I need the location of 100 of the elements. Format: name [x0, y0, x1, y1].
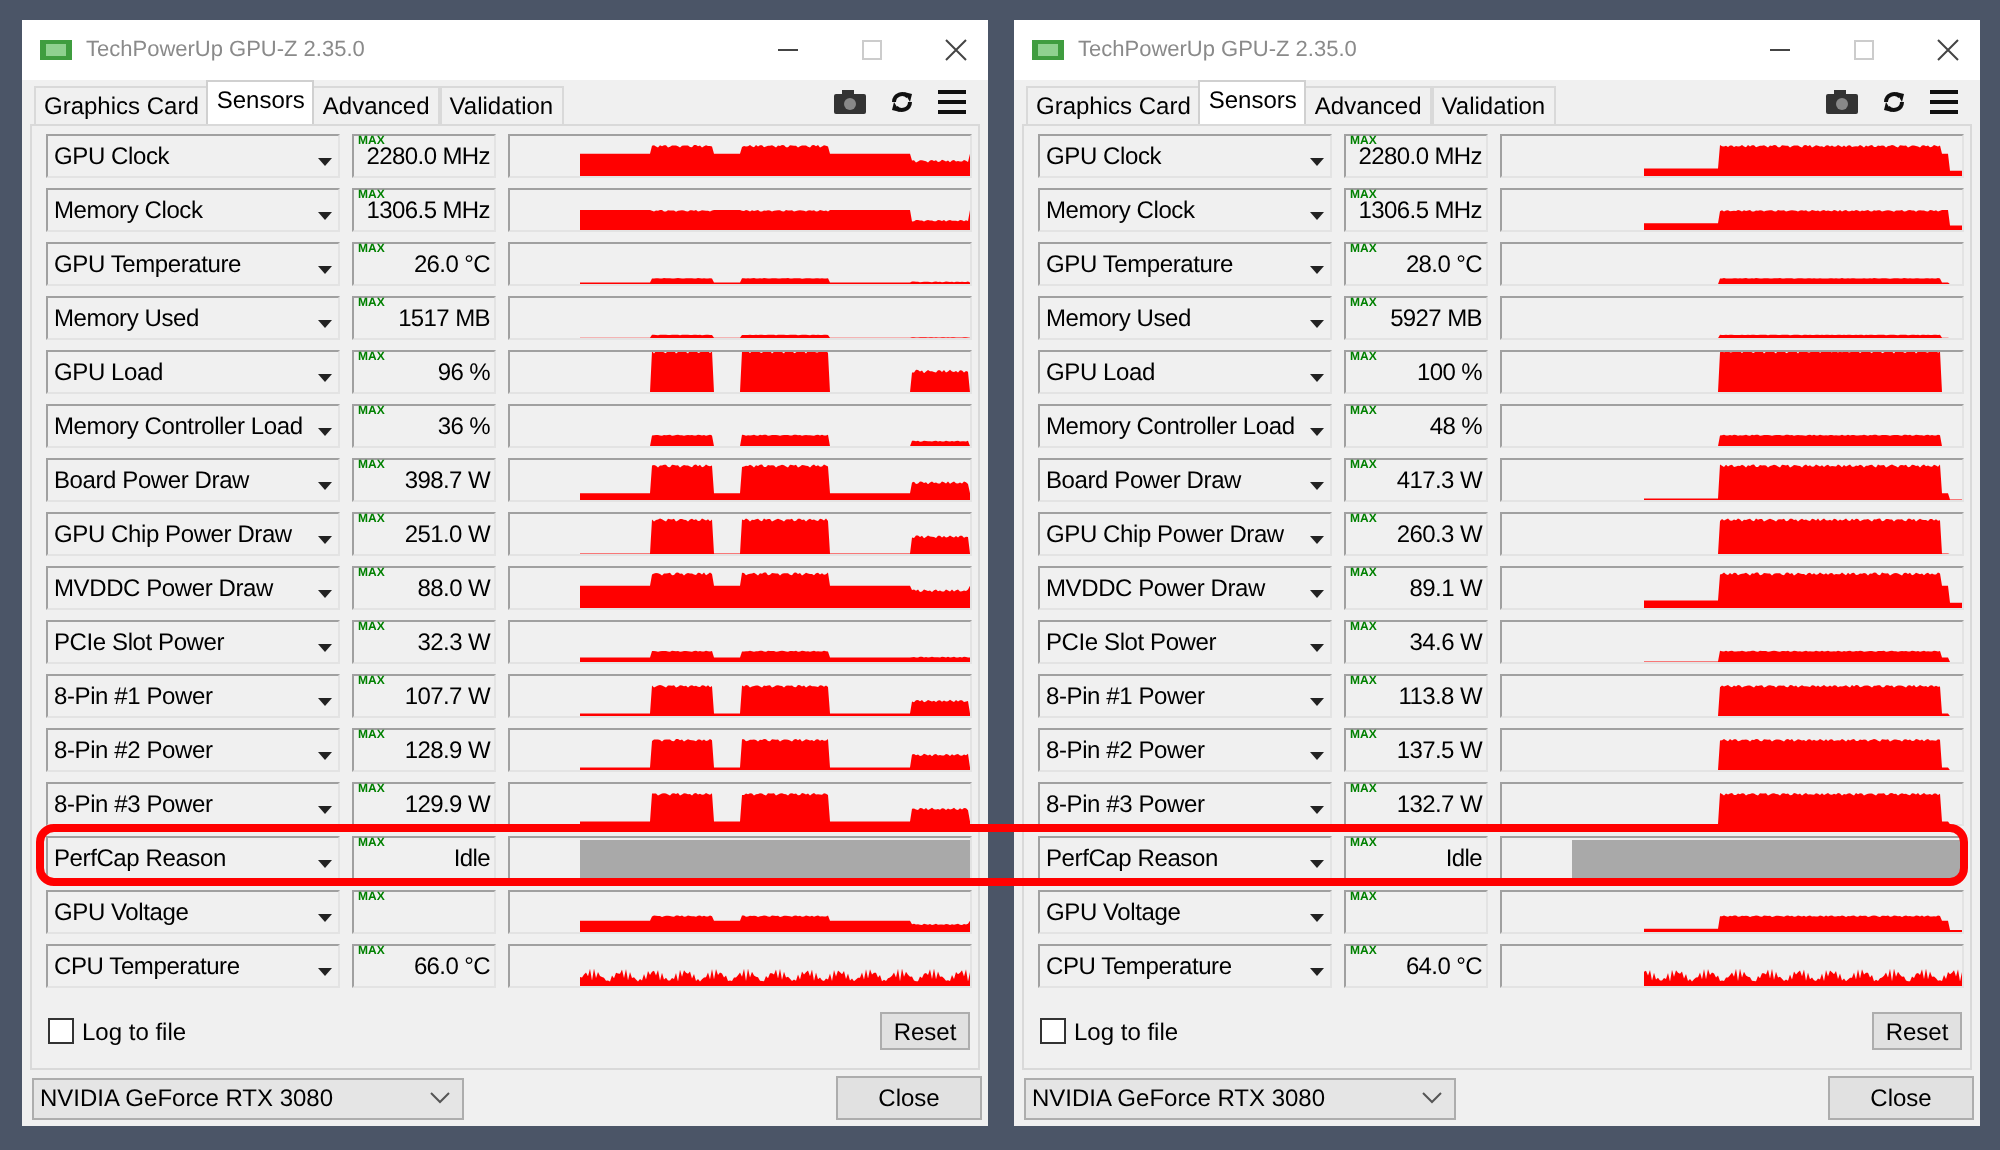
log-to-file-checkbox[interactable]: Log to file	[1040, 1017, 1179, 1045]
sensor-name: GPU Temperature	[54, 250, 241, 278]
dropdown-arrow-icon[interactable]	[1310, 536, 1324, 544]
sensor-dropdown[interactable]: Board Power Draw	[46, 458, 340, 502]
dropdown-arrow-icon[interactable]	[1310, 266, 1324, 274]
tab[interactable]: Advanced	[1304, 86, 1432, 124]
sensor-dropdown[interactable]: Memory Controller Load	[46, 404, 340, 448]
sensor-dropdown[interactable]: CPU Temperature	[46, 944, 340, 988]
sensor-dropdown[interactable]: GPU Chip Power Draw	[46, 512, 340, 556]
close-button[interactable]: Close	[836, 1076, 982, 1120]
dropdown-arrow-icon[interactable]	[318, 644, 332, 652]
sensor-dropdown[interactable]: GPU Temperature	[1038, 242, 1332, 286]
tab[interactable]: Graphics Card	[1026, 86, 1201, 124]
close-icon[interactable]	[1936, 38, 1960, 62]
sensor-dropdown[interactable]: 8-Pin #2 Power	[1038, 728, 1332, 772]
dropdown-arrow-icon[interactable]	[1310, 644, 1324, 652]
camera-icon[interactable]	[832, 88, 868, 116]
dropdown-arrow-icon[interactable]	[318, 266, 332, 274]
tab[interactable]: Validation	[1431, 86, 1556, 124]
sensor-dropdown[interactable]: GPU Load	[46, 350, 340, 394]
refresh-icon[interactable]	[888, 88, 916, 116]
sensor-value: 34.6 W	[1409, 628, 1482, 656]
dropdown-arrow-icon[interactable]	[318, 806, 332, 814]
sensor-dropdown[interactable]: 8-Pin #3 Power	[1038, 782, 1332, 826]
dropdown-arrow-icon[interactable]	[318, 536, 332, 544]
dropdown-arrow-icon[interactable]	[1310, 374, 1324, 382]
sensor-dropdown[interactable]: Memory Clock	[1038, 188, 1332, 232]
dropdown-arrow-icon[interactable]	[318, 212, 332, 220]
gpu-select[interactable]: NVIDIA GeForce RTX 3080	[32, 1077, 464, 1119]
dropdown-arrow-icon[interactable]	[318, 320, 332, 328]
dropdown-arrow-icon[interactable]	[1310, 860, 1324, 868]
tab[interactable]: Validation	[439, 86, 564, 124]
close-button[interactable]: Close	[1828, 1076, 1974, 1120]
refresh-icon[interactable]	[1880, 88, 1908, 116]
reset-button[interactable]: Reset	[880, 1012, 970, 1050]
sensor-value: 28.0 °C	[1405, 250, 1482, 278]
sensor-dropdown[interactable]: PCIe Slot Power	[1038, 620, 1332, 664]
dropdown-arrow-icon[interactable]	[318, 158, 332, 166]
sensor-value: 260.3 W	[1396, 520, 1482, 548]
sensor-dropdown[interactable]: Board Power Draw	[1038, 458, 1332, 502]
sensor-dropdown[interactable]: GPU Voltage	[46, 890, 340, 934]
dropdown-arrow-icon[interactable]	[1310, 482, 1324, 490]
chevron-down-icon	[1422, 1092, 1442, 1104]
sensor-name: PCIe Slot Power	[54, 628, 225, 656]
dropdown-arrow-icon[interactable]	[1310, 320, 1324, 328]
sensor-name: GPU Chip Power Draw	[54, 520, 292, 548]
dropdown-arrow-icon[interactable]	[318, 968, 332, 976]
sensor-dropdown[interactable]: PerfCap Reason	[1038, 836, 1332, 880]
sensor-dropdown[interactable]: CPU Temperature	[1038, 944, 1332, 988]
sensor-dropdown[interactable]: Memory Used	[46, 296, 340, 340]
dropdown-arrow-icon[interactable]	[318, 914, 332, 922]
dropdown-arrow-icon[interactable]	[1310, 212, 1324, 220]
sensor-dropdown[interactable]: PCIe Slot Power	[46, 620, 340, 664]
sensor-dropdown[interactable]: 8-Pin #3 Power	[46, 782, 340, 826]
close-icon[interactable]	[944, 38, 968, 62]
dropdown-arrow-icon[interactable]	[318, 698, 332, 706]
sensor-dropdown[interactable]: GPU Clock	[1038, 134, 1332, 178]
sensor-dropdown[interactable]: Memory Clock	[46, 188, 340, 232]
sensor-dropdown[interactable]: 8-Pin #1 Power	[46, 674, 340, 718]
sensor-dropdown[interactable]: 8-Pin #1 Power	[1038, 674, 1332, 718]
tab[interactable]: Sensors	[206, 80, 315, 124]
sensor-name: GPU Load	[1046, 358, 1155, 386]
log-to-file-checkbox[interactable]: Log to file	[48, 1017, 187, 1045]
dropdown-arrow-icon[interactable]	[1310, 158, 1324, 166]
dropdown-arrow-icon[interactable]	[318, 590, 332, 598]
dropdown-arrow-icon[interactable]	[318, 428, 332, 436]
dropdown-arrow-icon[interactable]	[318, 482, 332, 490]
sensor-dropdown[interactable]: MVDDC Power Draw	[1038, 566, 1332, 610]
dropdown-arrow-icon[interactable]	[1310, 806, 1324, 814]
menu-icon[interactable]	[936, 88, 968, 116]
dropdown-arrow-icon[interactable]	[318, 860, 332, 868]
dropdown-arrow-icon[interactable]	[1310, 590, 1324, 598]
sensor-dropdown[interactable]: 8-Pin #2 Power	[46, 728, 340, 772]
dropdown-arrow-icon[interactable]	[1310, 914, 1324, 922]
dropdown-arrow-icon[interactable]	[1310, 698, 1324, 706]
sensor-dropdown[interactable]: MVDDC Power Draw	[46, 566, 340, 610]
sensor-dropdown[interactable]: GPU Chip Power Draw	[1038, 512, 1332, 556]
sensor-dropdown[interactable]: GPU Temperature	[46, 242, 340, 286]
dropdown-arrow-icon[interactable]	[1310, 968, 1324, 976]
sensor-dropdown[interactable]: GPU Clock	[46, 134, 340, 178]
sensor-name: GPU Clock	[54, 142, 170, 170]
sensor-value: 89.1 W	[1409, 574, 1482, 602]
sensor-dropdown[interactable]: GPU Load	[1038, 350, 1332, 394]
tab[interactable]: Advanced	[312, 86, 440, 124]
dropdown-arrow-icon[interactable]	[318, 374, 332, 382]
app-icon	[1030, 36, 1066, 64]
gpu-select[interactable]: NVIDIA GeForce RTX 3080	[1024, 1077, 1456, 1119]
dropdown-arrow-icon[interactable]	[318, 752, 332, 760]
menu-icon[interactable]	[1928, 88, 1960, 116]
camera-icon[interactable]	[1824, 88, 1860, 116]
dropdown-arrow-icon[interactable]	[1310, 752, 1324, 760]
dropdown-arrow-icon[interactable]	[1310, 428, 1324, 436]
reset-button[interactable]: Reset	[1872, 1012, 1962, 1050]
tab[interactable]: Graphics Card	[34, 86, 209, 124]
sensor-dropdown[interactable]: PerfCap Reason	[46, 836, 340, 880]
sensor-name: PerfCap Reason	[54, 844, 226, 872]
tab[interactable]: Sensors	[1198, 80, 1307, 124]
sensor-dropdown[interactable]: Memory Used	[1038, 296, 1332, 340]
sensor-dropdown[interactable]: GPU Voltage	[1038, 890, 1332, 934]
sensor-dropdown[interactable]: Memory Controller Load	[1038, 404, 1332, 448]
